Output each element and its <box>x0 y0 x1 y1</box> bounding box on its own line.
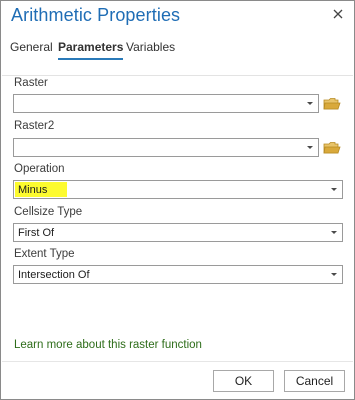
operation-label: Operation <box>14 163 65 175</box>
operation-value: Minus <box>18 184 48 196</box>
cancel-button[interactable]: Cancel <box>284 370 345 392</box>
extent-type-dropdown[interactable]: Intersection Of <box>13 265 343 284</box>
folder-icon[interactable] <box>323 141 341 155</box>
tab-divider <box>2 75 353 76</box>
chevron-down-icon <box>307 102 313 105</box>
operation-dropdown[interactable]: Minus <box>13 180 343 199</box>
chevron-down-icon <box>331 273 337 276</box>
raster2-dropdown[interactable] <box>13 138 319 157</box>
cellsize-type-label: Cellsize Type <box>14 206 83 218</box>
ok-button[interactable]: OK <box>213 370 274 392</box>
dialog-title: Arithmetic Properties <box>11 5 181 25</box>
close-icon[interactable] <box>330 6 346 22</box>
raster-dropdown[interactable] <box>13 94 319 113</box>
extent-type-label: Extent Type <box>14 248 75 260</box>
chevron-down-icon <box>331 231 337 234</box>
chevron-down-icon <box>307 146 313 149</box>
footer-divider <box>2 361 353 362</box>
arithmetic-properties-dialog: Arithmetic Properties General Parameters… <box>0 0 355 400</box>
folder-icon[interactable] <box>323 97 341 111</box>
raster-label: Raster <box>14 77 48 89</box>
chevron-down-icon <box>331 188 337 191</box>
tab-variables[interactable]: Variables <box>126 40 175 54</box>
tab-parameters[interactable]: Parameters <box>58 40 124 60</box>
cellsize-type-dropdown[interactable]: First Of <box>13 223 343 242</box>
cellsize-type-value: First Of <box>18 227 55 239</box>
extent-type-value: Intersection Of <box>18 269 90 281</box>
learn-more-link[interactable]: Learn more about this raster function <box>14 339 202 351</box>
tab-general[interactable]: General <box>10 40 53 54</box>
raster2-label: Raster2 <box>14 120 55 132</box>
